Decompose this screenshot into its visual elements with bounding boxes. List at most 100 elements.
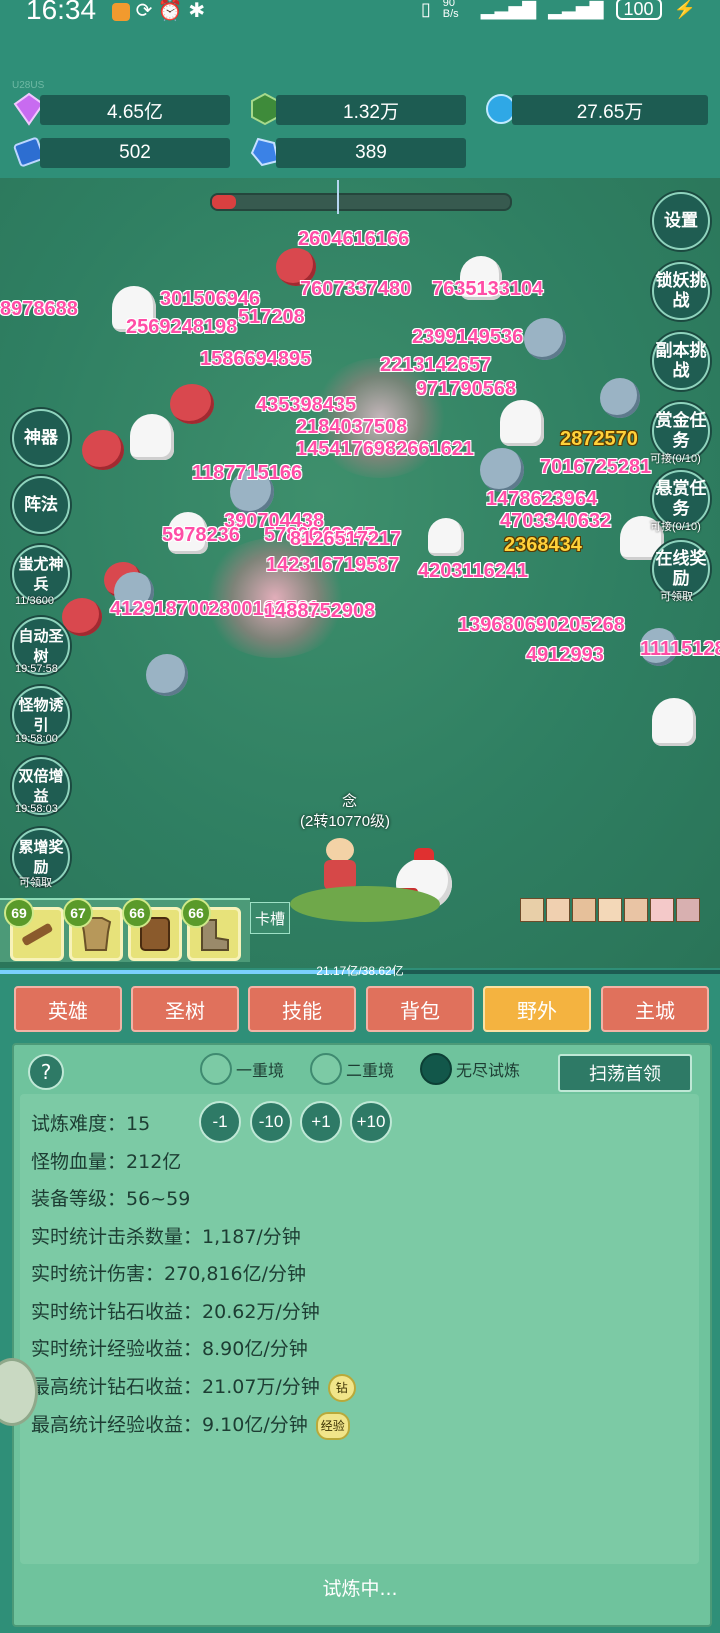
ghost-monster: [652, 698, 696, 746]
monster-lure-timer: 19:58:00: [15, 733, 58, 745]
boss-hp-fill: [212, 195, 236, 209]
formation-button[interactable]: 阵法: [12, 476, 70, 534]
stat-label: 实时统计经验收益：: [31, 1338, 203, 1360]
damage-number: 2569248198: [126, 316, 238, 338]
difficulty-value: 15: [126, 1113, 151, 1135]
stat-label: 实时统计钻石收益：: [31, 1301, 203, 1323]
eye-monster: [480, 448, 524, 492]
damage-number: 1488752908: [264, 600, 376, 622]
battle-arena[interactable]: 念 (2转10770级) 2604616166 301506946 76073374…: [0, 178, 720, 968]
pet-icon: [624, 898, 648, 922]
difficulty-plus-1[interactable]: +1: [300, 1101, 342, 1143]
tab-sacred-tree[interactable]: 圣树: [131, 986, 239, 1032]
pearl-count: 27.65万: [512, 95, 708, 125]
damage-number: 111151281: [640, 638, 720, 660]
damage-number: 2872570: [560, 428, 638, 450]
damage-number: 5978236: [162, 524, 240, 546]
stat-row: 实时统计钻石收益：20.62万/分钟: [31, 1297, 320, 1324]
stat-row: 最高统计钻石收益：21.07万/分钟钻: [31, 1372, 356, 1402]
diamond-badge-icon[interactable]: 钻: [327, 1373, 356, 1402]
main-tabs: 英雄 圣树 技能 背包 野外 主城: [0, 986, 720, 1032]
card-slot-button[interactable]: 卡槽: [250, 902, 290, 934]
damage-number: 142316719587: [266, 554, 400, 576]
difficulty-minus-1[interactable]: -1: [199, 1101, 241, 1143]
damage-number: 4703340632: [500, 510, 612, 532]
damage-number: 517208: [238, 306, 305, 328]
hero-level: (2转10770级): [300, 813, 391, 830]
stat-value: 270,816亿/分钟: [164, 1263, 306, 1285]
stat-row: 实时统计伤害：270,816亿/分钟: [31, 1259, 306, 1286]
green-count: 1.32万: [276, 95, 466, 125]
stat-row: 实时统计经验收益：8.90亿/分钟: [31, 1334, 308, 1361]
pet-icon: [520, 898, 544, 922]
red-monster: [62, 598, 102, 636]
stat-label: 最高统计经验收益：: [31, 1414, 203, 1436]
status-right: ▯ 90 B/s ▂▃▅▇ ▂▃▅▇ 100 ⚡: [421, 0, 696, 20]
ghost-monster: [130, 414, 174, 460]
settings-button[interactable]: 设置: [652, 192, 710, 250]
pet-icons-row: [520, 898, 700, 922]
stat-label: 装备等级：: [31, 1188, 127, 1210]
sync-icon: ⟳: [135, 0, 153, 22]
damage-number: 8126517217: [290, 528, 402, 550]
damage-number: 139680690205268: [458, 614, 625, 636]
damage-number: 7607337480: [300, 278, 412, 300]
stat-label: 最高统计钻石收益：: [31, 1376, 203, 1398]
mode-label: 无尽试炼: [456, 1061, 521, 1080]
crystal-count: 389: [276, 138, 466, 168]
artifact-button[interactable]: 神器: [12, 409, 70, 467]
hp-bar-marker: [337, 180, 339, 214]
signal-icon-2: ▂▃▅▇: [548, 0, 604, 19]
exp-badge-icon[interactable]: 经验: [315, 1411, 350, 1440]
signal-icon: ▂▃▅▇: [480, 0, 537, 19]
stat-label: 怪物血量：: [31, 1151, 127, 1173]
stat-value: 56~59: [126, 1188, 191, 1210]
damage-number: 971790568: [416, 378, 517, 400]
damage-number: 7635133104: [432, 278, 544, 300]
tab-main-city[interactable]: 主城: [601, 986, 709, 1032]
gem-count: 4.65亿: [40, 95, 230, 125]
mode-option-1[interactable]: 一重境: [200, 1053, 284, 1085]
tab-skills[interactable]: 技能: [248, 986, 356, 1032]
stat-row: 最高统计经验收益：9.10亿/分钟 经验: [31, 1410, 350, 1440]
mode-option-2[interactable]: 二重境: [310, 1053, 394, 1085]
help-button[interactable]: ?: [28, 1054, 64, 1090]
tab-backpack[interactable]: 背包: [366, 986, 474, 1032]
damage-number: 1187715166: [192, 462, 303, 484]
damage-number: 7016725281: [540, 456, 652, 478]
stat-value: 8.90亿/分钟: [202, 1338, 308, 1360]
online-reward-status: 可领取: [660, 591, 693, 603]
stat-row: 实时统计击杀数量：1,187/分钟: [31, 1222, 301, 1249]
damage-number: 8978688: [0, 298, 78, 320]
exp-text: 21.17亿/38.62亿: [316, 964, 404, 978]
alarm-icon: ⏰: [157, 0, 183, 22]
damage-number: 1454176982661621: [296, 438, 474, 460]
tab-hero[interactable]: 英雄: [14, 986, 122, 1032]
slot-level: 69: [4, 898, 34, 928]
demon-lock-challenge-button[interactable]: 锁妖挑战: [652, 262, 710, 320]
damage-number: 2184037508: [296, 416, 408, 438]
bounty-quest-status: 可接(0/10): [650, 453, 701, 465]
charging-icon: ⚡: [673, 0, 696, 19]
boss-hp-bar: [210, 193, 512, 211]
slot-level: 66: [122, 898, 152, 928]
stat-row: 装备等级：56~59: [31, 1184, 190, 1211]
difficulty-minus-10[interactable]: -10: [250, 1101, 292, 1143]
eye-monster: [146, 654, 188, 696]
double-buff-timer: 19:58:03: [15, 803, 58, 815]
mode-option-endless[interactable]: 无尽试炼: [420, 1053, 520, 1085]
cumulative-reward-status: 可领取: [19, 877, 52, 889]
pet-icon: [650, 898, 674, 922]
pet-icon: [676, 898, 700, 922]
notification-icons: ⟳ ⏰ ✱: [112, 0, 205, 23]
difficulty-plus-10[interactable]: +10: [350, 1101, 392, 1143]
damage-number: 2604616166: [298, 228, 410, 250]
trial-status: 试炼中...: [322, 1578, 398, 1600]
stat-value: 212亿: [126, 1151, 182, 1173]
dungeon-challenge-button[interactable]: 副本挑战: [652, 332, 710, 390]
eye-monster: [524, 318, 566, 360]
sweep-boss-button[interactable]: 扫荡首领: [558, 1054, 692, 1092]
battery-indicator: 100: [615, 0, 662, 20]
tab-wild[interactable]: 野外: [483, 986, 591, 1032]
difficulty-row: 试炼难度：15: [31, 1109, 150, 1136]
